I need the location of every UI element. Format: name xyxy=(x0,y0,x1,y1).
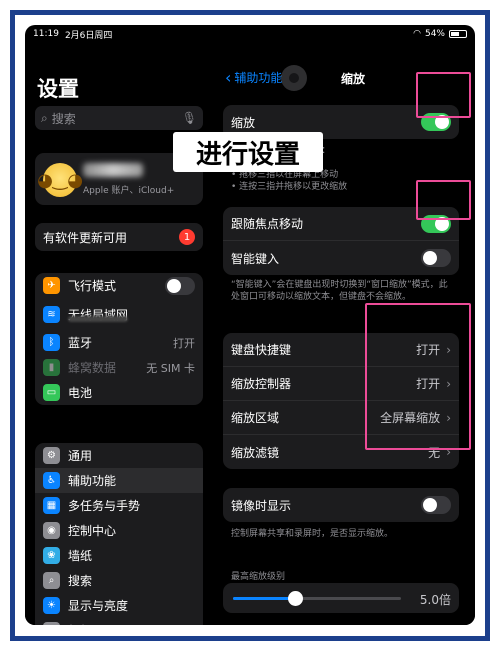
sidebar-item-gear[interactable]: ⚙ 通用 xyxy=(35,443,203,468)
zoom-option-label: 缩放滤镜 xyxy=(231,445,280,460)
camera-icon: ◙ xyxy=(43,622,60,625)
max-zoom-value: 5.0倍 xyxy=(419,593,451,607)
accessibility-icon: ♿ xyxy=(43,472,60,489)
mirror-row: 镜像时显示 xyxy=(223,488,459,522)
smart-typing-row: 智能键入 xyxy=(223,241,459,275)
sidebar-item-multitask[interactable]: ▦ 多任务与手势 xyxy=(35,493,203,518)
battery-icon xyxy=(449,30,467,38)
status-date: 2月6日周四 xyxy=(64,30,113,41)
highlight-options xyxy=(365,303,471,450)
wifi-network-blurred xyxy=(68,316,128,322)
microphone-icon[interactable]: 🎙 xyxy=(182,111,197,125)
smart-typing-note: “智能键入”会在键盘出现时切换到“窗口缩放”模式，此处窗口可移动以缩放文本，但键… xyxy=(231,280,448,302)
sidebar-title: 设置 xyxy=(37,77,79,101)
search-input[interactable]: ⌕ 搜索 🎙 xyxy=(35,106,203,130)
battery-percent: 54% xyxy=(424,29,445,39)
account-subtitle: Apple 账户、iCloud+ xyxy=(83,186,175,196)
slider-fill xyxy=(233,597,296,600)
sidebar-item-label: 电池 xyxy=(68,386,93,400)
control-center-icon: ◉ xyxy=(43,522,60,539)
bluetooth-icon: ᛒ xyxy=(43,334,60,351)
mirror-note: 控制屏幕共享和录屏时，是否显示缩放。 xyxy=(231,529,394,539)
search-icon: ⌕ xyxy=(41,110,48,125)
sidebar-item-control-center[interactable]: ◉ 控制中心 xyxy=(35,518,203,543)
sidebar-item-label: 通用 xyxy=(68,449,93,463)
zoom-option-label: 缩放控制器 xyxy=(231,377,292,391)
sidebar-item-cellular[interactable]: ▮ 蜂窝数据 无 SIM 卡 xyxy=(35,355,203,380)
zoom-label: 缩放 xyxy=(231,115,256,130)
sidebar-item-brightness[interactable]: ☀ 显示与亮度 xyxy=(35,593,203,618)
battery-level xyxy=(451,32,459,36)
multitask-icon: ▦ xyxy=(43,497,60,514)
mirror-label: 镜像时显示 xyxy=(231,498,292,513)
max-zoom-label: 最高缩放级别 xyxy=(231,572,286,582)
highlight-follow-focus-toggle xyxy=(416,180,471,220)
cellular-icon: ▮ xyxy=(43,359,60,376)
zoom-option-label: 缩放区域 xyxy=(231,411,280,425)
sidebar-item-label: 多任务与手势 xyxy=(68,499,141,513)
sidebar-item-label: 蓝牙 xyxy=(68,336,93,350)
overlay-caption: 进行设置 xyxy=(173,132,323,172)
account-name-blurred xyxy=(83,163,143,177)
mirror-group: 镜像时显示 xyxy=(223,488,459,522)
sidebar-item-battery[interactable]: ▭ 电池 xyxy=(35,380,203,405)
airplane-icon: ✈ xyxy=(43,277,60,294)
avatar: ◕‿◕ xyxy=(37,163,83,197)
settings-sidebar: 设置 ⌕ 搜索 🎙 ◕‿◕ Apple 账户、iCloud+ 有软件更新可用 1… xyxy=(25,43,213,625)
max-zoom-slider[interactable] xyxy=(233,591,401,606)
sidebar-item-bluetooth[interactable]: ᛒ 蓝牙 打开 xyxy=(35,330,203,355)
wifi-status-icon: ◠ xyxy=(413,29,421,39)
smart-typing-label: 智能键入 xyxy=(231,251,280,266)
update-badge: 1 xyxy=(179,229,195,245)
smart-typing-toggle[interactable] xyxy=(421,249,451,267)
max-zoom-slider-group: 5.0倍 xyxy=(223,583,459,613)
slider-thumb[interactable] xyxy=(288,591,304,606)
status-time: 11:19 xyxy=(33,29,59,39)
back-label: 辅助功能 xyxy=(234,71,283,85)
chevron-left-icon: ‹ xyxy=(225,67,232,87)
mirror-toggle[interactable] xyxy=(421,496,451,514)
sidebar-group-connectivity: ✈ 飞行模式 ≋ 无线局域网 ᛒ 蓝牙 打开 ▮ 蜂窝数据 无 SIM 卡 ▭ 电池 xyxy=(35,273,203,405)
zoom-option-label: 键盘快捷键 xyxy=(231,343,292,357)
sidebar-item-label: 辅助功能 xyxy=(68,474,117,488)
status-right: ◠ 54% xyxy=(413,29,467,39)
search-placeholder: 搜索 xyxy=(51,111,76,126)
sidebar-item-label: 搜索 xyxy=(68,574,93,588)
brightness-icon: ☀ xyxy=(43,597,60,614)
battery-icon: ▭ xyxy=(43,384,60,401)
zoom-controller-joystick[interactable] xyxy=(281,65,307,91)
sidebar-item-accessibility[interactable]: ♿ 辅助功能 xyxy=(35,468,203,493)
sidebar-item-search[interactable]: ⌕ 搜索 xyxy=(35,568,203,593)
software-update-row[interactable]: 有软件更新可用 1 xyxy=(35,223,203,251)
sidebar-item-camera[interactable]: ◙ 相机 xyxy=(35,618,203,625)
sidebar-item-wallpaper[interactable]: ❀ 墙纸 xyxy=(35,543,203,568)
sidebar-item-label: 墙纸 xyxy=(68,549,93,563)
sidebar-group-system: ⚙ 通用 ♿ 辅助功能 ▦ 多任务与手势 ◉ 控制中心 ❀ 墙纸 ⌕ 搜索 ☀ 显示与亮度 ◙ 相机 xyxy=(35,443,203,625)
sidebar-item-label: 显示与亮度 xyxy=(68,599,129,613)
wifi-icon: ≋ xyxy=(43,305,60,323)
wallpaper-icon: ❀ xyxy=(43,547,60,564)
status-bar: 11:19 2月6日周四 ◠ 54% xyxy=(25,25,475,43)
sidebar-item-airplane[interactable]: ✈ 飞行模式 xyxy=(35,273,203,298)
sidebar-item-value: 无 SIM 卡 xyxy=(146,361,195,375)
sidebar-item-wifi[interactable]: ≋ 无线局域网 xyxy=(35,298,203,330)
follow-focus-label: 跟随焦点移动 xyxy=(231,217,304,231)
sidebar-item-value: 打开 xyxy=(173,336,195,350)
search-icon: ⌕ xyxy=(43,572,60,589)
sidebar-item-label: 控制中心 xyxy=(68,524,117,538)
sidebar-item-label: 飞行模式 xyxy=(68,279,117,293)
sidebar-item-label: 蜂窝数据 xyxy=(68,361,117,375)
page-title: 缩放 xyxy=(341,72,366,86)
back-button[interactable]: ‹ 辅助功能 xyxy=(225,69,282,86)
sidebar-item-label: 相机 xyxy=(68,622,92,625)
airplane-mode-toggle[interactable] xyxy=(165,276,195,295)
software-update-label: 有软件更新可用 xyxy=(43,230,128,245)
gear-icon: ⚙ xyxy=(43,447,60,464)
highlight-zoom-toggle xyxy=(416,72,471,118)
